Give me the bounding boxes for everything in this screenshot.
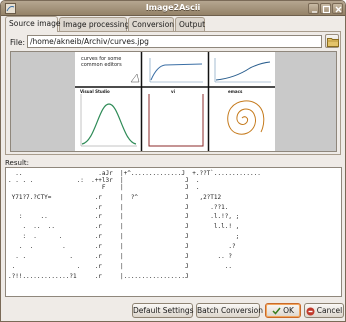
image-preview: curves for some common editors Visual St… — [10, 51, 337, 152]
result-text-area[interactable]: .. .aJr |+^..............J +.??T`.......… — [5, 167, 342, 297]
maximize-icon — [322, 5, 331, 14]
result-line: Y71?7.?CTY= .r | ?^ J ,2?T12 — [8, 194, 261, 201]
close-button[interactable] — [332, 3, 343, 14]
close-icon — [335, 6, 342, 13]
source-image: curves for some common editors Visual St… — [75, 52, 275, 151]
ok-button[interactable]: OK — [265, 303, 301, 318]
open-file-button[interactable] — [325, 34, 339, 48]
window-title: Image2Ascii — [145, 3, 201, 12]
source-image-panel: File: /home/akneib/Archiv/curves.jpg cur… — [5, 31, 341, 155]
result-line: .?!!.............?1 .r |................… — [8, 273, 261, 280]
tab-output[interactable]: Output — [175, 17, 205, 31]
result-line: . . . .r | J .. ? — [8, 253, 261, 260]
result-line: : . . .r | J ; — [8, 233, 261, 240]
batch-conversion-button[interactable]: Batch Conversion — [196, 303, 263, 318]
preview-cell-label: vi — [171, 89, 175, 94]
file-label: File: — [10, 38, 26, 47]
tab-image-processing[interactable]: Image processing — [59, 17, 129, 31]
cancel-button[interactable]: Cancel — [304, 303, 344, 318]
maximize-button[interactable] — [320, 3, 331, 14]
result-line: .r | J .??1. — [8, 204, 261, 211]
cancel-icon — [306, 307, 315, 315]
result-line: .. .aJr |+^..............J +.??T`.......… — [8, 170, 261, 177]
title-bar[interactable]: Image2Ascii — [1, 1, 345, 16]
result-line: F | J . — [8, 184, 261, 191]
result-line: . . .r | J .. — [8, 263, 261, 270]
file-path-input[interactable] — [27, 35, 322, 48]
cancel-label: Cancel — [316, 306, 343, 315]
preview-caption: curves for some common editors — [81, 56, 122, 68]
ok-label: OK — [283, 306, 294, 315]
result-line: : .. .r | J .l.!?, ; — [8, 213, 261, 220]
result-line: . .. .. .r | J l.l.! , — [8, 223, 261, 230]
tab-conversion[interactable]: Conversion — [128, 17, 174, 31]
result-label: Result: — [5, 159, 29, 167]
tab-source-image[interactable]: Source image — [5, 16, 61, 32]
preview-cell-label: emacs — [228, 89, 243, 94]
result-line: . . . .r | J .? — [8, 243, 261, 250]
application-window: Image2Ascii Source image Image processin… — [0, 0, 346, 322]
default-settings-button[interactable]: Default Settings — [132, 303, 194, 318]
folder-icon — [327, 38, 339, 47]
preview-cell-label: Visual Studio — [80, 89, 110, 94]
checkmark-icon — [272, 307, 281, 315]
minimize-button[interactable] — [308, 3, 319, 14]
result-line: . . . . .: .++l3r | J . — [8, 177, 261, 184]
minimize-icon — [312, 11, 317, 13]
